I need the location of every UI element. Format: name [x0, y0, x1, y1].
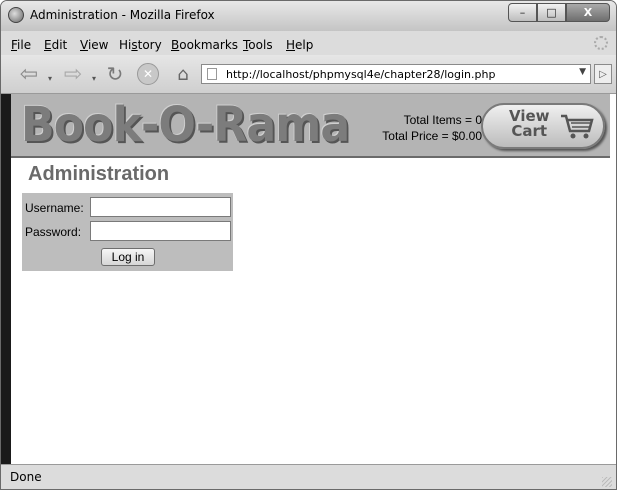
password-label: Password: — [25, 225, 82, 239]
status-text: Done — [10, 470, 42, 484]
username-input[interactable] — [90, 197, 231, 217]
maximize-button[interactable]: □ — [537, 3, 566, 22]
resize-grip-icon[interactable] — [602, 477, 612, 487]
menu-tools[interactable]: Tools — [243, 38, 273, 52]
menu-edit[interactable]: Edit — [44, 38, 67, 52]
home-icon[interactable]: ⌂ — [171, 63, 195, 85]
back-icon[interactable]: ⇦ — [13, 62, 45, 87]
view-cart-label: View Cart — [509, 107, 550, 140]
cart-totals: Total Items = 0 Total Price = $0.00 — [382, 112, 482, 144]
firefox-icon — [8, 7, 24, 23]
throbber-icon — [594, 36, 608, 50]
go-button[interactable]: ▷ — [594, 64, 612, 84]
menu-history[interactable]: History — [119, 38, 162, 52]
close-button[interactable]: X — [566, 3, 610, 22]
site-header: Book-O-Rama Total Items = 0 Total Price … — [11, 94, 610, 158]
page-title: Administration — [28, 163, 170, 185]
menu-help[interactable]: Help — [286, 38, 313, 52]
url-text[interactable]: http://localhost/phpmysql4e/chapter28/lo… — [226, 68, 495, 81]
title-bar: Administration - Mozilla Firefox – □ X — [1, 1, 616, 31]
window-controls: – □ X — [508, 3, 610, 22]
username-label: Username: — [25, 201, 84, 215]
menu-view[interactable]: View — [80, 38, 108, 52]
menu-file[interactable]: File — [11, 38, 31, 52]
minimize-button[interactable]: – — [508, 3, 537, 22]
page-content: Book-O-Rama Total Items = 0 Total Price … — [11, 94, 616, 464]
site-logo[interactable]: Book-O-Rama — [21, 97, 350, 153]
browser-window: Administration - Mozilla Firefox – □ X F… — [0, 0, 617, 490]
back-dropdown-icon[interactable]: ▾ — [48, 67, 52, 89]
total-price: Total Price = $0.00 — [382, 129, 482, 143]
cart-icon — [561, 114, 594, 139]
url-dropdown-icon[interactable]: ▼ — [579, 67, 586, 77]
forward-dropdown-icon[interactable]: ▾ — [92, 67, 96, 89]
password-input[interactable] — [90, 221, 231, 241]
window-title: Administration - Mozilla Firefox — [30, 8, 215, 22]
reload-icon[interactable]: ↻ — [104, 62, 126, 86]
menu-bookmarks[interactable]: Bookmarks — [171, 38, 238, 52]
login-button[interactable]: Log in — [101, 248, 155, 266]
page-icon — [207, 68, 217, 80]
view-cart-button[interactable]: View Cart — [481, 103, 605, 149]
window-left-edge — [1, 94, 11, 464]
status-bar: Done — [1, 464, 616, 489]
total-items: Total Items = 0 — [403, 113, 482, 127]
login-form: Username: Password: Log in — [22, 193, 233, 271]
stop-icon[interactable]: ✕ — [137, 63, 159, 85]
url-bar[interactable]: http://localhost/phpmysql4e/chapter28/lo… — [201, 64, 591, 84]
forward-icon[interactable]: ⇨ — [58, 62, 88, 87]
